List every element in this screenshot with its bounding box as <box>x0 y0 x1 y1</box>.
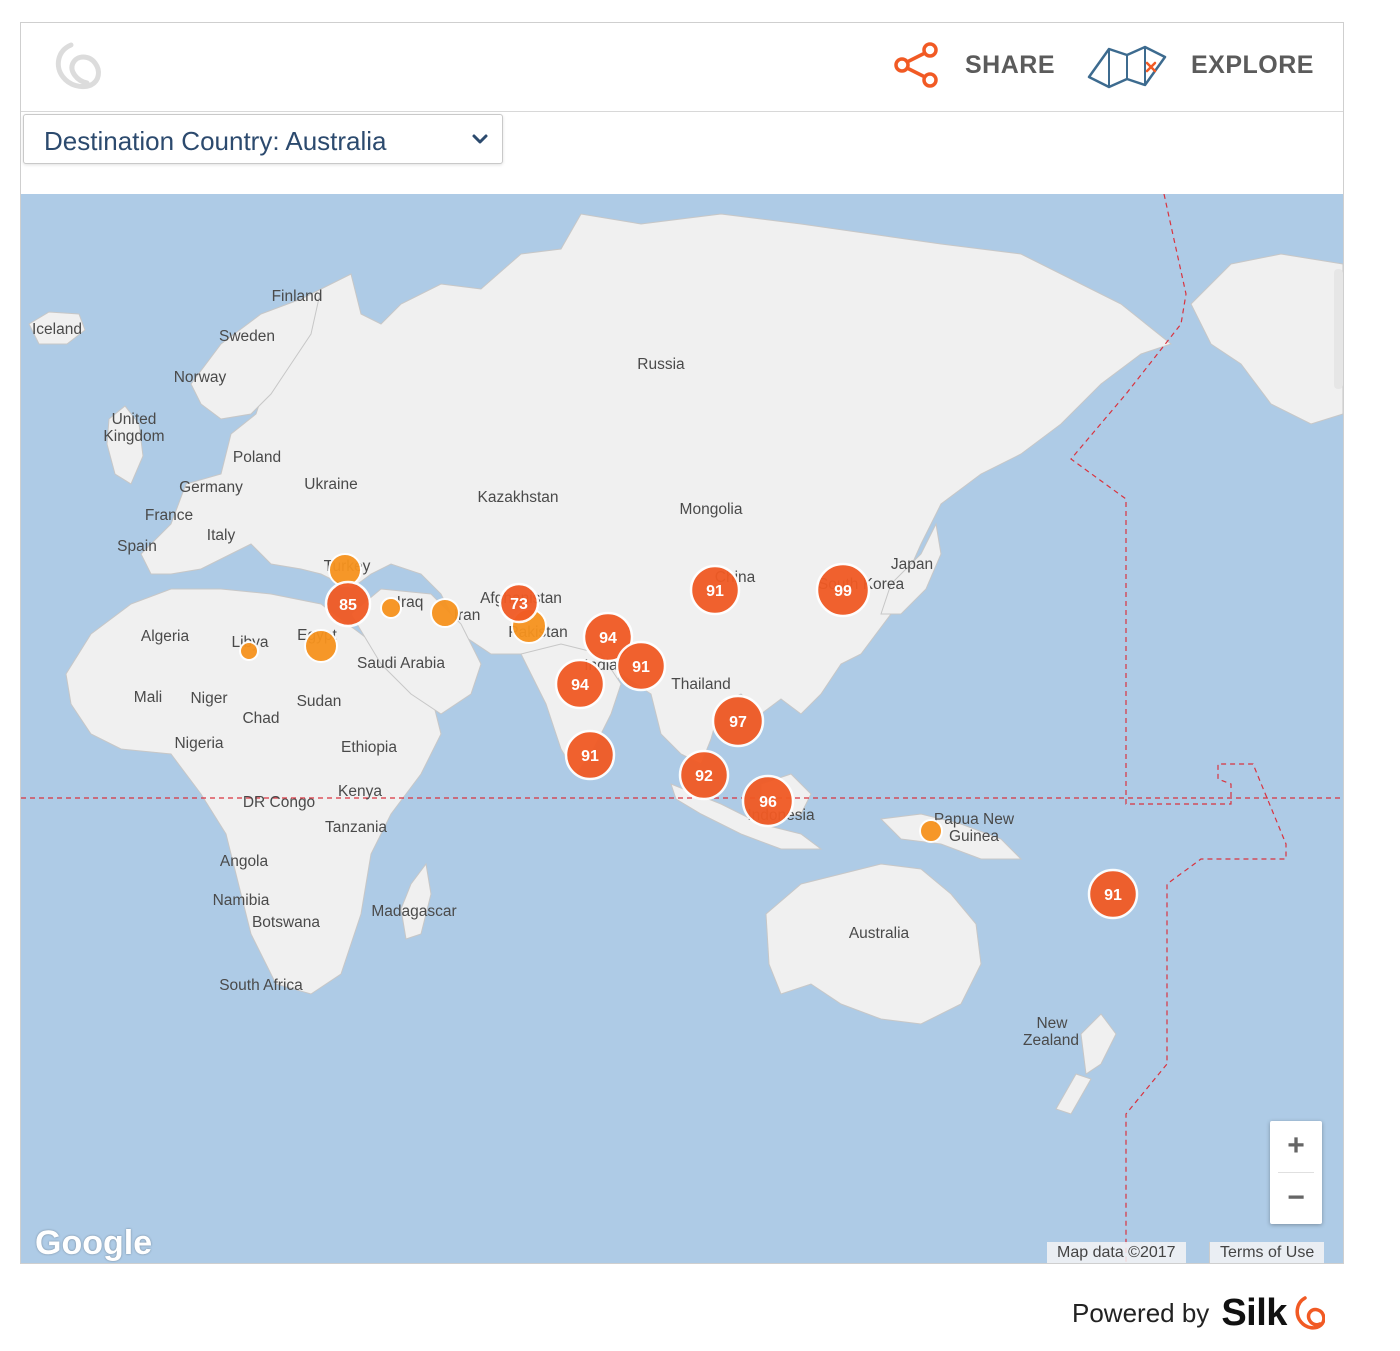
share-icon <box>894 42 938 88</box>
country-label-saudi-arabia: Saudi Arabia <box>357 655 445 672</box>
country-label-finland: Finland <box>272 288 323 305</box>
powered-by-label: Powered by <box>1072 1298 1210 1328</box>
map-data-attribution: Map data ©2017 <box>1047 1242 1186 1263</box>
cluster-count: 73 <box>510 596 528 613</box>
map-marker[interactable] <box>430 598 460 628</box>
cluster-count: 91 <box>1104 887 1122 904</box>
country-label-niger: Niger <box>190 690 227 707</box>
cluster-count: 91 <box>632 659 650 676</box>
silk-brand: Silk <box>1221 1292 1287 1334</box>
map-cluster[interactable]: 97 <box>711 694 765 748</box>
zoom-in-button[interactable]: + <box>1270 1121 1322 1171</box>
country-label-botswana: Botswana <box>252 914 320 931</box>
country-label-madagascar: Madagascar <box>371 903 456 920</box>
powered-by[interactable]: Powered by Silk <box>1072 1292 1325 1335</box>
explore-label: EXPLORE <box>1191 50 1314 79</box>
zoom-out-button[interactable]: − <box>1270 1173 1322 1223</box>
country-label-kazakhstan: Kazakhstan <box>478 489 559 506</box>
map-cluster[interactable]: 91 <box>615 640 667 692</box>
map-cluster[interactable]: 73 <box>498 582 540 624</box>
country-label-ukraine: Ukraine <box>304 476 357 493</box>
country-label-russia: Russia <box>637 356 685 373</box>
country-label-guinea: Guinea <box>949 828 999 845</box>
destination-country-dropdown[interactable]: Destination Country: Australia <box>23 114 503 164</box>
country-label-ethiopia: Ethiopia <box>341 739 397 756</box>
country-label-nigeria: Nigeria <box>174 735 223 752</box>
country-label-tanzania: Tanzania <box>325 819 387 836</box>
map-marker[interactable] <box>380 597 402 619</box>
cluster-count: 91 <box>581 748 599 765</box>
widget-header: SHARE EXPLORE <box>21 23 1343 112</box>
country-label-thailand: Thailand <box>671 676 730 693</box>
zoom-control: + − <box>1270 1121 1322 1224</box>
dropdown-selected-value: Destination Country: Australia <box>44 126 387 156</box>
country-label-chad: Chad <box>242 710 279 727</box>
chevron-down-icon <box>472 134 488 144</box>
country-label-south-africa: South Africa <box>219 977 303 994</box>
map-cluster[interactable]: 91 <box>689 564 741 616</box>
map-widget: SHARE EXPLORE Destination Country: Austr… <box>20 22 1344 1264</box>
share-button[interactable]: SHARE <box>893 39 1055 91</box>
silk-logo-icon <box>1295 1295 1325 1330</box>
country-label-algeria: Algeria <box>141 628 190 645</box>
map-canvas[interactable]: Iceland Finland Sweden Norway United Kingdom P… <box>21 194 1343 1263</box>
cluster-count: 96 <box>759 794 777 811</box>
explore-button[interactable]: EXPLORE <box>1087 39 1314 91</box>
country-label-dr-congo: DR Congo <box>243 794 315 811</box>
map-cluster[interactable]: 92 <box>678 749 730 801</box>
terms-of-use-link[interactable]: Terms of Use <box>1209 1242 1325 1263</box>
cluster-count: 94 <box>571 677 589 694</box>
country-label-poland: Poland <box>233 449 281 466</box>
country-label-united: United <box>112 411 157 428</box>
cluster-count: 94 <box>599 630 617 647</box>
cluster-count: 85 <box>339 597 357 614</box>
country-label-zealand: Zealand <box>1023 1032 1079 1049</box>
country-label-iceland: Iceland <box>32 321 82 338</box>
country-label-kingdom: Kingdom <box>103 428 164 445</box>
country-label-papua-new: Papua New <box>934 811 1015 828</box>
country-label-mongolia: Mongolia <box>680 501 743 518</box>
cluster-count: 99 <box>834 583 852 600</box>
map-cluster[interactable]: 94 <box>554 658 606 710</box>
country-label-kenya: Kenya <box>338 783 382 800</box>
country-label-mali: Mali <box>134 689 162 706</box>
cluster-count: 91 <box>706 583 724 600</box>
country-label-angola: Angola <box>220 853 269 870</box>
map-svg: Iceland Finland Sweden Norway UnitedKingdom P… <box>21 194 1343 1263</box>
map-marker[interactable] <box>239 641 259 661</box>
map-marker[interactable] <box>304 629 338 663</box>
country-label-sweden: Sweden <box>219 328 275 345</box>
country-label-norway: Norway <box>174 369 227 386</box>
share-label: SHARE <box>965 50 1056 79</box>
country-label-germany: Germany <box>179 479 243 496</box>
country-label-spain: Spain <box>117 538 157 555</box>
country-label-namibia: Namibia <box>213 892 270 909</box>
map-icon <box>1087 45 1167 89</box>
map-cluster[interactable]: 85 <box>324 580 372 628</box>
map-cluster[interactable]: 99 <box>815 562 871 618</box>
country-label-new: New <box>1036 1015 1068 1032</box>
map-marker[interactable] <box>919 819 943 843</box>
country-label-japan: Japan <box>891 556 933 573</box>
silk-logo-icon <box>55 42 101 90</box>
country-label-italy: Italy <box>207 527 236 544</box>
cluster-count: 92 <box>695 768 713 785</box>
map-cluster[interactable]: 91 <box>1087 868 1139 920</box>
map-cluster[interactable]: 91 <box>564 729 616 781</box>
map-scrollbar[interactable] <box>1334 269 1343 389</box>
country-label-sudan: Sudan <box>297 693 342 710</box>
map-cluster[interactable]: 96 <box>741 774 795 828</box>
country-label-france: France <box>145 507 193 524</box>
google-logo: Google <box>35 1224 153 1262</box>
cluster-count: 97 <box>729 714 747 731</box>
country-label-australia: Australia <box>849 925 910 942</box>
